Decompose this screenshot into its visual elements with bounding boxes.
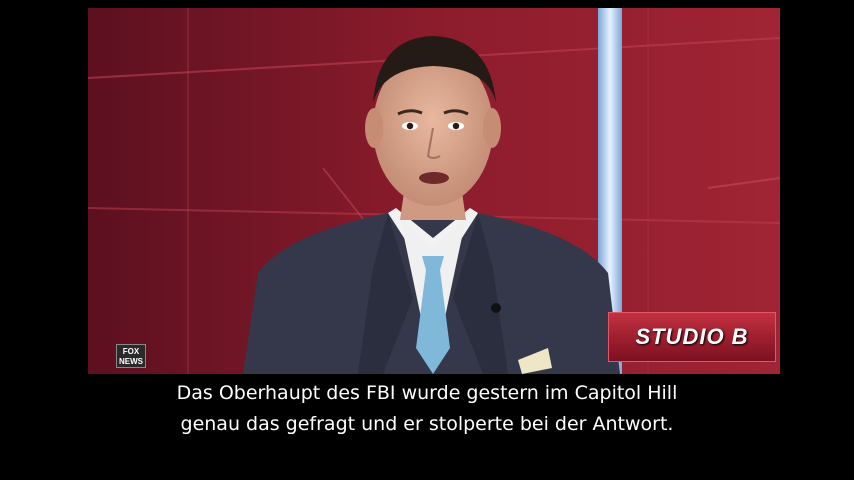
lapel-microphone: [491, 303, 501, 313]
anchor-pupil: [406, 122, 414, 130]
subtitle-overlay: Das Oberhaupt des FBI wurde gestern im C…: [0, 378, 854, 440]
subtitle-line-1: Das Oberhaupt des FBI wurde gestern im C…: [176, 382, 678, 404]
anchor-mouth: [419, 172, 449, 184]
network-logo: FOX NEWS: [116, 344, 146, 368]
subtitle-line-2: genau das gefragt und er stolperte bei d…: [180, 413, 674, 435]
anchor-pupil: [452, 122, 460, 130]
studio-b-logo: STUDIO B: [608, 312, 776, 362]
anchor-ear: [483, 108, 501, 148]
video-frame: FOX NEWS STUDIO B Das Oberhaupt des FBI …: [0, 0, 854, 480]
anchor-ear: [365, 108, 383, 148]
